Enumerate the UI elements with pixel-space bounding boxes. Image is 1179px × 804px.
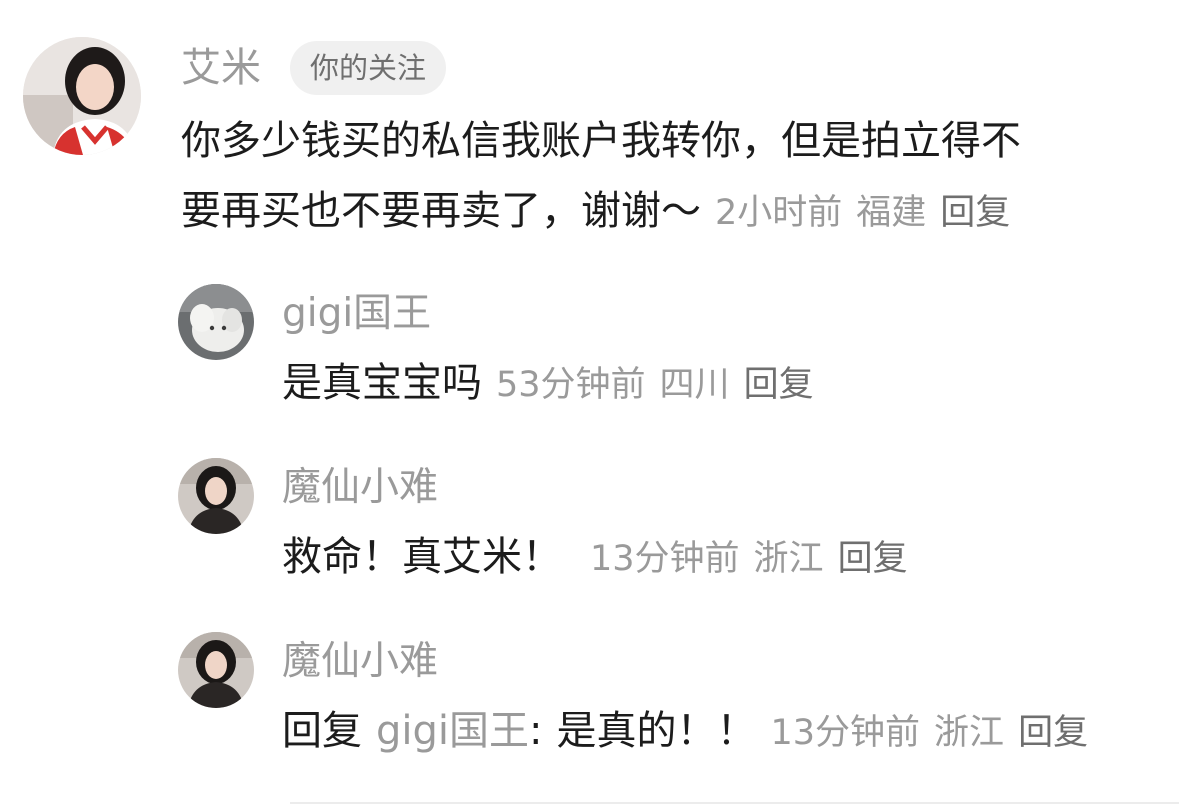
comment-text: 救命！真艾米！ 13分钟前 浙江 回复 [282, 522, 1172, 594]
comment-content: 救命！真艾米！ [282, 534, 562, 580]
reply-button[interactable]: 回复 [1018, 713, 1088, 753]
user-avatar[interactable] [23, 37, 141, 155]
comment-location: 浙江 [934, 713, 1005, 753]
username[interactable]: 魔仙小难 [282, 635, 438, 689]
comment-line-1: 你多少钱买的私信我账户我转你，但是拍立得不 [181, 118, 1021, 164]
user-avatar[interactable] [178, 458, 254, 534]
reply-button[interactable]: 回复 [744, 365, 814, 405]
comment-line-2-text: 要再买也不要再卖了，谢谢～ [181, 188, 701, 234]
comment-line-2: 要再买也不要再卖了，谢谢～ 2小时前 福建 回复 [181, 176, 1171, 248]
comment-time: 2小时前 [715, 193, 843, 233]
reply-button[interactable]: 回复 [940, 193, 1010, 233]
white-dog-avatar-icon [178, 284, 254, 360]
comment-location: 浙江 [753, 539, 824, 579]
reply-prefix: 回复 [282, 708, 362, 754]
comment-text: 你多少钱买的私信我账户我转你，但是拍立得不 要再买也不要再卖了，谢谢～ 2小时前福… [181, 106, 1171, 248]
comment-text: 回复 gigi国王: 是真的！！ 13分钟前 浙江 回复 [282, 696, 1177, 768]
comment-time: 13分钟前 [770, 713, 921, 753]
user-avatar-photo-icon [178, 458, 254, 534]
comment-location: 福建 [856, 193, 927, 233]
username[interactable]: gigi国王 [282, 287, 431, 341]
username[interactable]: 魔仙小难 [282, 461, 438, 515]
user-avatar-photo-icon [23, 37, 141, 155]
username[interactable]: 艾米 [181, 40, 261, 96]
comment-text: 是真宝宝吗 53分钟前 四川 回复 [282, 348, 1172, 420]
comment-time: 13分钟前 [590, 539, 740, 579]
user-avatar-photo-icon [178, 632, 254, 708]
reply-button[interactable]: 回复 [838, 539, 908, 579]
comment-content: 是真宝宝吗 [282, 360, 482, 406]
user-avatar[interactable] [178, 284, 254, 360]
comment-location: 四川 [659, 365, 730, 405]
comment-content: 是真的！！ [556, 708, 757, 754]
following-badge: 你的关注 [290, 41, 447, 95]
comment-time: 53分钟前 [496, 365, 646, 405]
reply-to-username[interactable]: gigi国王 [376, 708, 529, 754]
user-avatar[interactable] [178, 632, 254, 708]
reply-separator: : [529, 708, 543, 754]
